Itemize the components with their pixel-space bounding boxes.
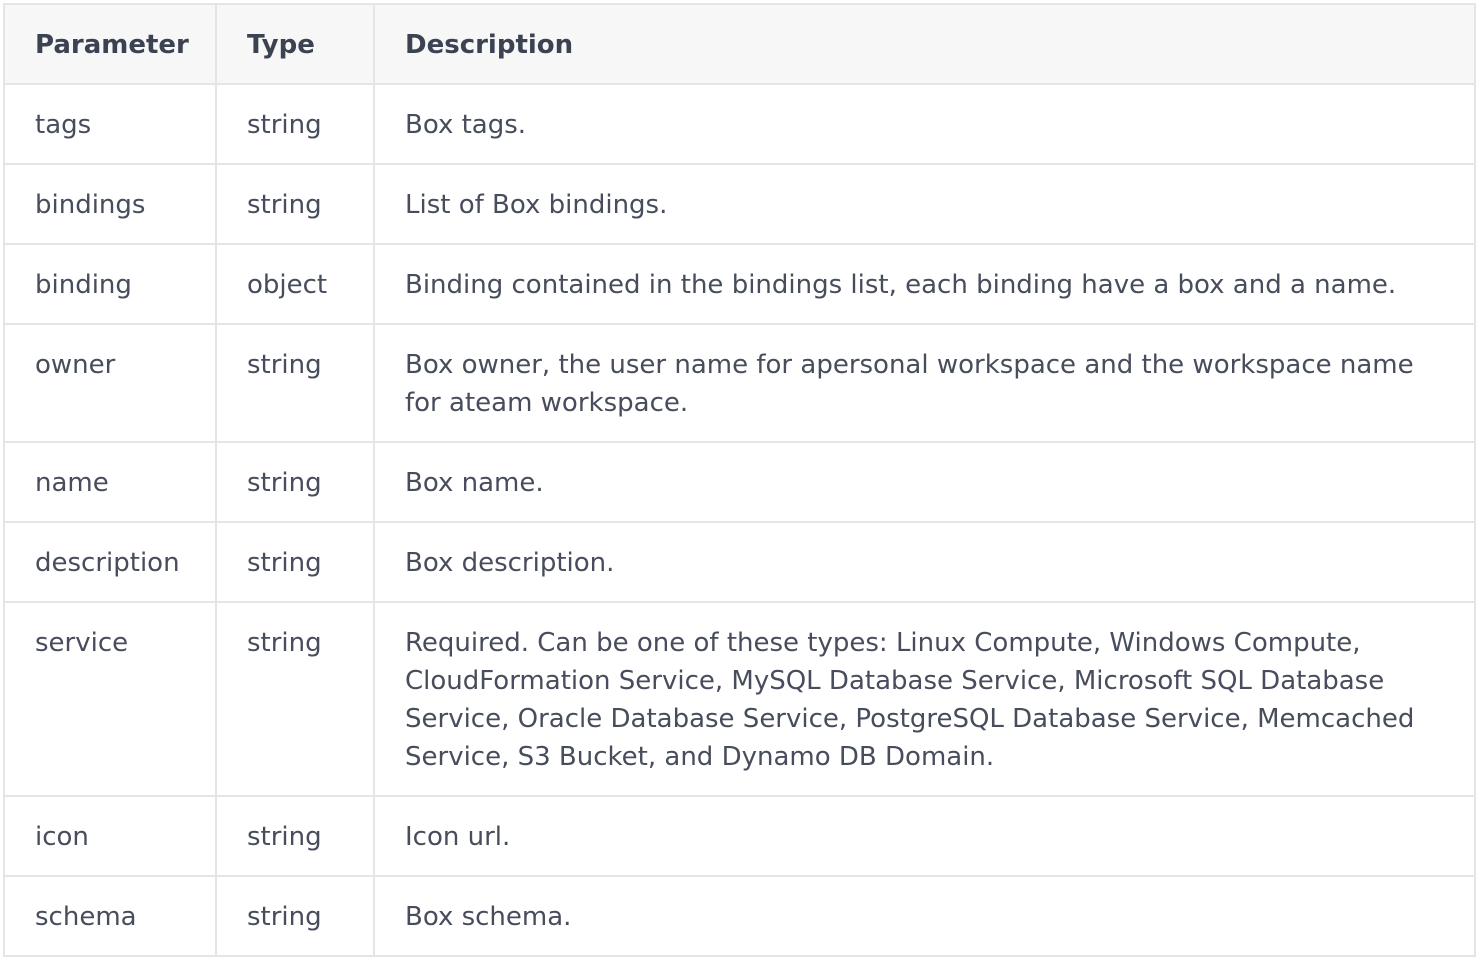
table-header-row: Parameter Type Description bbox=[3, 3, 1476, 85]
cell-description: Box schema. bbox=[373, 875, 1476, 957]
cell-description: Box description. bbox=[373, 521, 1476, 603]
table-row: tags string Box tags. bbox=[3, 83, 1476, 165]
cell-parameter: name bbox=[3, 441, 217, 523]
table-row: description string Box description. bbox=[3, 521, 1476, 603]
table-row: name string Box name. bbox=[3, 441, 1476, 523]
cell-parameter: icon bbox=[3, 795, 217, 877]
parameters-table: Parameter Type Description tags string B… bbox=[3, 3, 1476, 957]
cell-type: string bbox=[215, 83, 375, 165]
cell-type: string bbox=[215, 601, 375, 797]
header-parameter: Parameter bbox=[3, 3, 217, 85]
cell-parameter: service bbox=[3, 601, 217, 797]
cell-type: string bbox=[215, 323, 375, 443]
cell-type: string bbox=[215, 441, 375, 523]
table-row: binding object Binding contained in the … bbox=[3, 243, 1476, 325]
cell-description: List of Box bindings. bbox=[373, 163, 1476, 245]
cell-description: Icon url. bbox=[373, 795, 1476, 877]
table-row: schema string Box schema. bbox=[3, 875, 1476, 957]
header-type: Type bbox=[215, 3, 375, 85]
table-header: Parameter Type Description bbox=[3, 3, 1476, 85]
cell-type: string bbox=[215, 875, 375, 957]
cell-description: Box name. bbox=[373, 441, 1476, 523]
header-description: Description bbox=[373, 3, 1476, 85]
cell-parameter: owner bbox=[3, 323, 217, 443]
table-body: tags string Box tags. bindings string Li… bbox=[3, 83, 1476, 957]
cell-parameter: description bbox=[3, 521, 217, 603]
cell-type: string bbox=[215, 163, 375, 245]
cell-description: Required. Can be one of these types: Lin… bbox=[373, 601, 1476, 797]
cell-description: Binding contained in the bindings list, … bbox=[373, 243, 1476, 325]
table-row: owner string Box owner, the user name fo… bbox=[3, 323, 1476, 443]
parameters-table-container: Parameter Type Description tags string B… bbox=[3, 3, 1476, 957]
cell-parameter: binding bbox=[3, 243, 217, 325]
cell-type: string bbox=[215, 521, 375, 603]
cell-description: Box tags. bbox=[373, 83, 1476, 165]
table-row: service string Required. Can be one of t… bbox=[3, 601, 1476, 797]
cell-parameter: tags bbox=[3, 83, 217, 165]
table-row: icon string Icon url. bbox=[3, 795, 1476, 877]
cell-parameter: bindings bbox=[3, 163, 217, 245]
cell-type: string bbox=[215, 795, 375, 877]
cell-description: Box owner, the user name for apersonal w… bbox=[373, 323, 1476, 443]
table-row: bindings string List of Box bindings. bbox=[3, 163, 1476, 245]
cell-parameter: schema bbox=[3, 875, 217, 957]
cell-type: object bbox=[215, 243, 375, 325]
